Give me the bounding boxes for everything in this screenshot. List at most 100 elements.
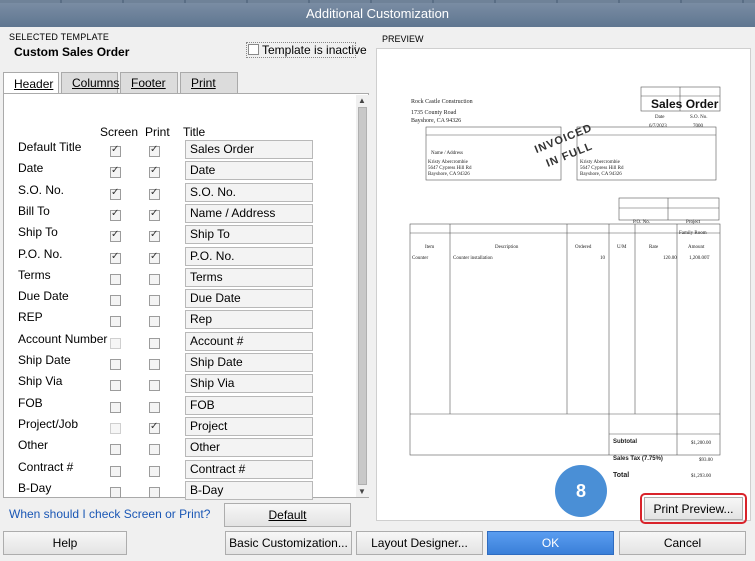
print-checkbox[interactable] <box>149 444 160 456</box>
screen-checkbox[interactable] <box>110 316 121 328</box>
print-checkbox[interactable] <box>149 208 160 221</box>
tab-bar: Header Columns Footer Print <box>3 72 240 94</box>
preview-row-description: Counter installation <box>453 256 493 261</box>
field-label: Date <box>18 161 44 176</box>
screen-checkbox[interactable] <box>110 401 121 413</box>
preview-panel: Rock Castle Construction 1735 County Roa… <box>376 48 751 521</box>
default-button[interactable]: Default <box>224 503 351 527</box>
step-number-badge: 8 <box>555 465 607 517</box>
screen-checkbox[interactable] <box>110 208 121 221</box>
print-checkbox[interactable] <box>149 295 160 307</box>
preview-ship-line2: 5647 Cypress Hill Rd <box>580 166 624 171</box>
preview-company-name: Rock Castle Construction <box>411 99 473 105</box>
column-header-title: Title <box>183 125 206 139</box>
field-label: P.O. No. <box>18 246 63 261</box>
preview-bill-line1: Kristy Abercrombie <box>428 160 468 165</box>
scroll-down-icon[interactable]: ▼ <box>358 487 366 496</box>
screen-checkbox[interactable] <box>110 486 121 498</box>
title-field[interactable]: S.O. No. <box>185 182 313 202</box>
preview-so-label: S.O. No. <box>690 115 708 120</box>
screen-checkbox[interactable] <box>110 251 121 264</box>
print-checkbox[interactable] <box>149 359 160 370</box>
preview-project-value: Family Room <box>679 231 707 236</box>
preview-company-address1: 1735 County Road <box>411 110 457 116</box>
print-checkbox[interactable] <box>149 465 160 477</box>
tab-footer[interactable]: Footer <box>120 72 178 93</box>
title-field[interactable]: Contract # <box>185 459 313 479</box>
title-field[interactable]: Date <box>185 161 313 181</box>
preview-project-label: Project <box>686 220 701 225</box>
title-field[interactable]: Name / Address <box>185 203 313 223</box>
field-label: Default Title <box>18 140 82 154</box>
preview-date-value: 6/7/2023 <box>649 124 667 129</box>
field-label: Due Date <box>18 289 69 304</box>
header-field-row: Ship To Ship To <box>4 225 354 246</box>
title-field[interactable]: Sales Order <box>185 140 313 159</box>
print-checkbox[interactable] <box>149 486 160 498</box>
title-field[interactable]: Ship Date <box>185 353 313 372</box>
screen-checkbox[interactable] <box>110 165 121 179</box>
print-checkbox[interactable] <box>149 401 160 413</box>
title-field[interactable]: Project <box>185 416 313 436</box>
print-checkbox[interactable] <box>149 165 160 179</box>
tab-print[interactable]: Print <box>180 72 238 93</box>
screen-checkbox[interactable] <box>110 444 121 456</box>
print-checkbox[interactable] <box>149 144 160 157</box>
title-field[interactable]: Due Date <box>185 289 313 309</box>
selected-template-label: SELECTED TEMPLATE <box>9 32 110 42</box>
header-field-row: Default Title Sales Order <box>4 140 354 161</box>
scroll-up-icon[interactable]: ▲ <box>358 96 366 105</box>
title-field[interactable]: Ship Via <box>185 374 313 394</box>
title-field[interactable]: Terms <box>185 267 313 287</box>
print-checkbox[interactable] <box>149 273 160 285</box>
print-checkbox[interactable] <box>149 316 160 328</box>
scrollbar[interactable]: ▲ ▼ <box>356 95 369 497</box>
basic-customization-button[interactable]: Basic Customization... <box>225 531 352 555</box>
title-field[interactable]: FOB <box>185 395 313 415</box>
print-checkbox[interactable] <box>149 380 160 392</box>
preview-th-ordered: Ordered <box>575 245 592 250</box>
preview-total-value: $1,293.00 <box>691 474 711 479</box>
preview-bill-line3: Bayshore, CA 94326 <box>428 172 470 177</box>
field-label: Terms <box>18 267 51 282</box>
template-inactive-checkbox[interactable] <box>248 44 259 55</box>
title-field[interactable]: B-Day <box>185 480 313 500</box>
field-label: REP <box>18 310 43 325</box>
title-field[interactable]: Other <box>185 438 313 458</box>
header-field-row: B-Day B-Day <box>4 480 354 502</box>
screen-checkbox[interactable] <box>110 295 121 307</box>
print-checkbox[interactable] <box>149 337 160 349</box>
preview-row-ordered: 10 <box>600 256 605 261</box>
screen-checkbox[interactable] <box>110 380 121 392</box>
screen-print-help-link[interactable]: When should I check Screen or Print? <box>9 507 210 521</box>
dialog-button-bar: Help Basic Customization... Layout Desig… <box>0 525 755 561</box>
cancel-button[interactable]: Cancel <box>619 531 746 555</box>
selected-template-name: Custom Sales Order <box>14 45 130 59</box>
tab-header[interactable]: Header <box>3 72 59 94</box>
screen-checkbox[interactable] <box>110 359 121 370</box>
screen-checkbox[interactable] <box>110 187 121 200</box>
tab-columns[interactable]: Columns <box>61 72 119 93</box>
title-field[interactable]: Ship To <box>185 225 313 245</box>
title-field[interactable]: P.O. No. <box>185 246 313 266</box>
help-button[interactable]: Help <box>3 531 127 555</box>
print-checkbox[interactable] <box>149 187 160 200</box>
screen-checkbox[interactable] <box>110 465 121 477</box>
screen-checkbox[interactable] <box>110 144 121 157</box>
print-checkbox[interactable] <box>149 229 160 243</box>
preview-th-amount: Amount <box>688 245 705 250</box>
preview-row-amount: 1,200.00T <box>689 256 710 261</box>
print-checkbox[interactable] <box>149 421 160 434</box>
preview-label: PREVIEW <box>382 34 424 44</box>
template-inactive-label[interactable]: Template is inactive <box>262 43 367 57</box>
scroll-thumb[interactable] <box>358 107 367 485</box>
layout-designer-button[interactable]: Layout Designer... <box>356 531 483 555</box>
preview-th-item: Item <box>425 245 435 250</box>
print-checkbox[interactable] <box>149 251 160 264</box>
additional-customization-dialog: SELECTED TEMPLATE Custom Sales Order Tem… <box>0 27 755 561</box>
ok-button[interactable]: OK <box>487 531 614 555</box>
screen-checkbox[interactable] <box>110 229 121 243</box>
title-field[interactable]: Rep <box>185 310 313 330</box>
screen-checkbox[interactable] <box>110 273 121 285</box>
title-field[interactable]: Account # <box>185 331 313 351</box>
